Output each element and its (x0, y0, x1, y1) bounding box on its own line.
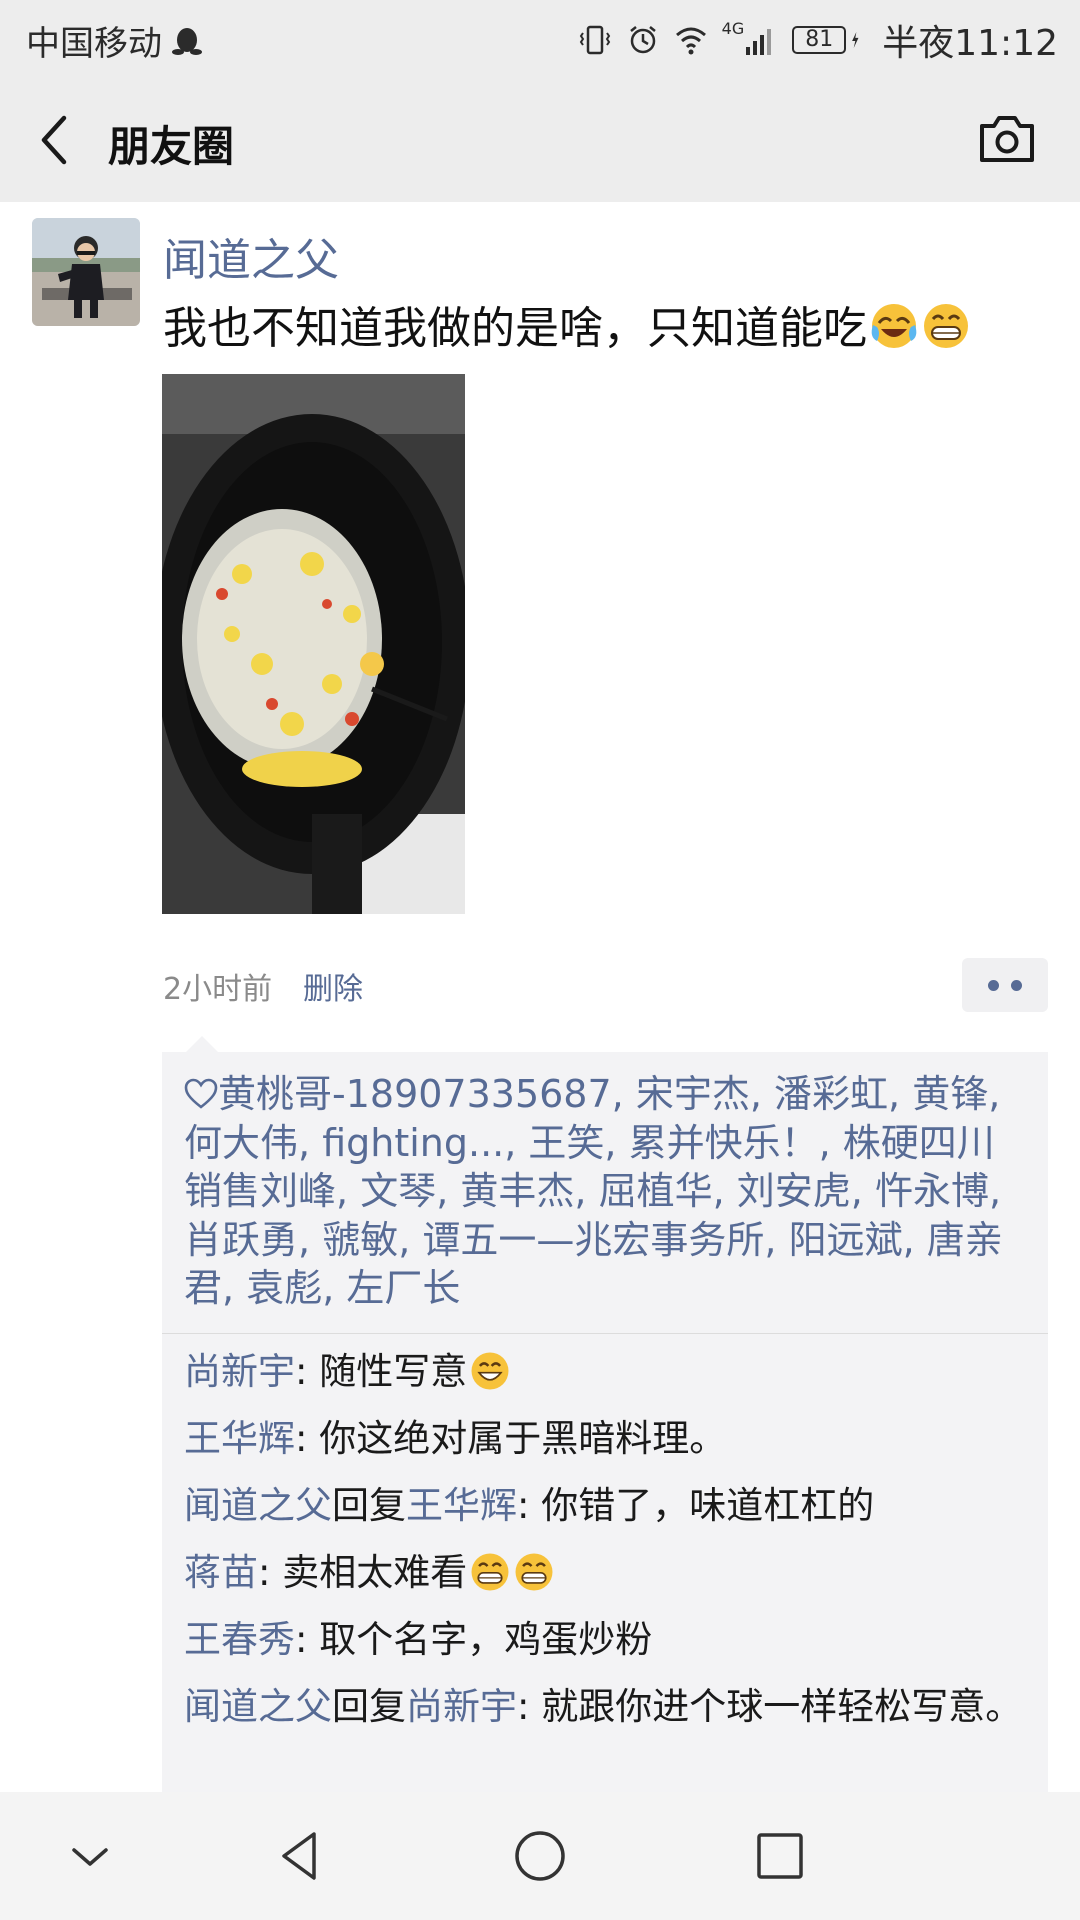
commenter-name[interactable]: 闻道之父 (184, 1685, 332, 1728)
chevron-down-icon[interactable] (60, 1826, 120, 1886)
qq-penguin-icon (172, 27, 202, 55)
like-user-name[interactable]: 潘彩虹 (774, 1072, 888, 1116)
comment-item[interactable]: 王春秀: 取个名字，鸡蛋炒粉 (184, 1616, 1026, 1664)
dot-icon (1011, 979, 1022, 991)
tears-of-joy-emoji-icon (871, 304, 917, 348)
battery-level: 81 (805, 27, 834, 52)
like-user-name[interactable]: 王笑 (528, 1121, 604, 1165)
like-user-name[interactable]: 屈植华 (599, 1169, 713, 1213)
post-photo[interactable] (154, 374, 470, 914)
like-user-name[interactable]: 黄锋 (912, 1072, 988, 1116)
like-user-name[interactable]: 刘安虎 (737, 1169, 851, 1213)
like-user-name[interactable]: 阳远斌 (789, 1218, 903, 1262)
comment-item[interactable]: 尚新宇: 随性写意 (184, 1348, 1026, 1396)
comment-text: : 你错了，味道杠杠的 (517, 1483, 875, 1527)
vibrate-icon (579, 25, 610, 55)
signal-icon (746, 29, 772, 55)
reply-label: 回复 (332, 1483, 406, 1527)
comment-text: : 取个名字，鸡蛋炒粉 (295, 1617, 653, 1661)
back-arrow-icon[interactable] (34, 110, 74, 170)
more-actions-button[interactable] (962, 958, 1048, 1012)
comment-text: : 就跟你进个球一样轻松写意。 (517, 1684, 1023, 1728)
post-content: 我也不知道我做的是啥，只知道能吃 (163, 292, 1043, 356)
commenter-name[interactable]: 闻道之父 (184, 1484, 332, 1527)
post-timestamp: 2小时前 (163, 972, 273, 1007)
page-title: 朋友圈 (108, 122, 235, 171)
like-user-name[interactable]: 累并快乐！ (629, 1121, 819, 1165)
system-navigation-bar (0, 1792, 1080, 1920)
commenter-name[interactable]: 蒋苗 (184, 1551, 258, 1594)
like-user-name[interactable]: fighting... (322, 1121, 504, 1165)
wifi-icon (675, 27, 706, 55)
comment-item[interactable]: 王华辉: 你这绝对属于黑暗料理。 (184, 1415, 1026, 1463)
comment-item[interactable]: 闻道之父回复王华辉: 你错了，味道杠杠的 (184, 1482, 1026, 1530)
like-user-name[interactable]: 黄桃哥-18907335687 (218, 1072, 612, 1116)
comment-item[interactable]: 蒋苗: 卖相太难看 (184, 1549, 1026, 1597)
status-bar: 中国移动 4G 81 半夜11:12 (0, 0, 1080, 76)
alarm-icon (629, 26, 656, 54)
comment-box-pointer (186, 1036, 218, 1052)
like-user-name[interactable]: 虢敏 (322, 1218, 398, 1262)
comments-list: 尚新宇: 随性写意 王华辉: 你这绝对属于黑暗料理。 闻道之父回复王华辉: 你错了，… (162, 1334, 1048, 1731)
likes-list: 黄桃哥-18907335687, 宋宇杰, 潘彩虹, 黄锋, 何大伟, figh… (162, 1052, 1048, 1334)
home-circle-icon[interactable] (510, 1826, 570, 1886)
status-left: 中国移动 (26, 16, 204, 65)
like-user-name[interactable]: 谭五一—兆宏事务所 (422, 1218, 764, 1262)
grin-emoji-icon (467, 1551, 511, 1594)
network-type: 4G (721, 18, 745, 38)
like-user-name[interactable]: 忤永博 (875, 1169, 989, 1213)
likes-and-comments-panel: 黄桃哥-18907335687, 宋宇杰, 潘彩虹, 黄锋, 何大伟, figh… (162, 1052, 1048, 1792)
comment-text: : 随性写意 (295, 1349, 468, 1393)
likes-names: 黄桃哥-18907335687, 宋宇杰, 潘彩虹, 黄锋, 何大伟, figh… (184, 1072, 1003, 1310)
like-user-name[interactable]: 黄丰杰 (460, 1169, 574, 1213)
like-user-name[interactable]: 左厂长 (346, 1266, 460, 1310)
grin-emoji-icon (924, 304, 968, 348)
like-user-name[interactable]: 肖跃勇 (184, 1218, 298, 1262)
author-avatar[interactable] (32, 218, 140, 326)
like-user-name[interactable]: 袁彪 (246, 1266, 322, 1310)
carrier-label: 中国移动 (26, 24, 162, 64)
back-triangle-icon[interactable] (270, 1826, 330, 1886)
camera-icon[interactable] (978, 114, 1036, 164)
avatar-image (32, 218, 140, 326)
reply-to-name[interactable]: 尚新宇 (406, 1685, 517, 1728)
like-user-name[interactable]: 宋宇杰 (636, 1072, 750, 1116)
stir-fry-photo-image (154, 374, 470, 914)
like-user-name[interactable]: 何大伟 (184, 1121, 298, 1165)
like-user-name[interactable]: 文琴 (360, 1169, 436, 1213)
reply-label: 回复 (332, 1684, 406, 1728)
top-navigation-bar: 朋友圈 (0, 76, 1080, 202)
smile-emoji-icon (467, 1350, 511, 1393)
commenter-name[interactable]: 王华辉 (184, 1417, 295, 1460)
dot-icon (988, 979, 999, 991)
commenter-name[interactable]: 王春秀 (184, 1618, 295, 1661)
status-right: 4G 81 半夜11:12 (578, 14, 1058, 66)
delete-link[interactable]: 删除 (303, 964, 363, 1008)
author-name[interactable]: 闻道之父 (163, 224, 339, 288)
reply-to-name[interactable]: 王华辉 (406, 1484, 517, 1527)
charging-icon (852, 32, 859, 48)
post-text: 我也不知道我做的是啥，只知道能吃 (163, 303, 867, 354)
commenter-name[interactable]: 尚新宇 (184, 1350, 295, 1393)
grin-emoji-icon (511, 1551, 555, 1594)
comment-text: : 你这绝对属于黑暗料理。 (295, 1416, 727, 1460)
heart-icon (184, 1078, 218, 1109)
clock: 半夜11:12 (882, 23, 1058, 64)
battery-indicator: 81 (792, 26, 847, 54)
recent-apps-square-icon[interactable] (750, 1826, 810, 1886)
comment-item[interactable]: 闻道之父回复尚新宇: 就跟你进个球一样轻松写意。 (184, 1683, 1026, 1731)
comment-text: : 卖相太难看 (258, 1550, 468, 1594)
